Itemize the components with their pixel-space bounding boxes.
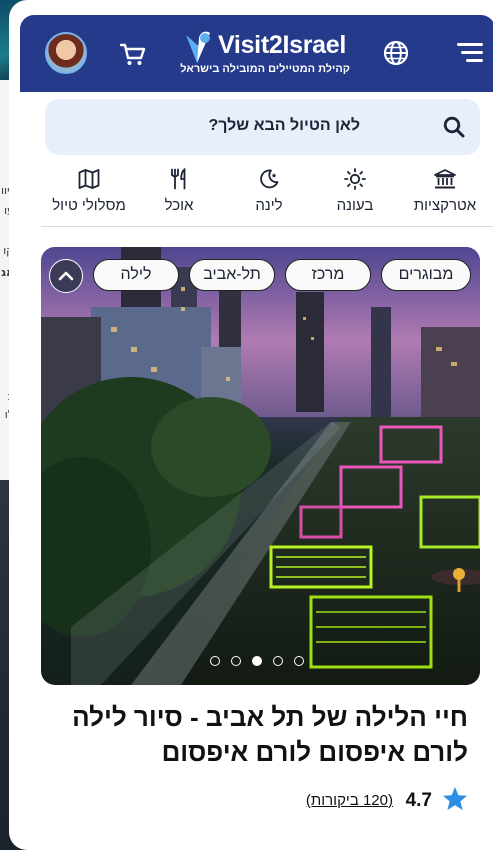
category-food[interactable]: אוכל — [140, 164, 218, 218]
carousel-dot[interactable] — [273, 656, 283, 666]
category-season[interactable]: בעונה — [316, 164, 394, 218]
category-label: בעונה — [336, 197, 374, 214]
search-bar[interactable]: לאן הטיול הבא שלך? — [45, 99, 480, 155]
reviews-link[interactable]: (120 ביקורות) — [306, 792, 393, 809]
category-attractions[interactable]: אטרקציות — [406, 164, 484, 218]
carousel-dot[interactable] — [252, 656, 262, 666]
logo-pin-icon — [186, 31, 210, 63]
app-header: Visit2Israel קהילת המטיילים המובילה בישר… — [20, 15, 493, 92]
brand-name: Visit2Israel — [218, 31, 346, 59]
brand-logo[interactable]: Visit2Israel קהילת המטיילים המובילה בישר… — [180, 27, 362, 83]
category-lodging[interactable]: לינה — [230, 164, 308, 218]
rooftop-night-photo — [41, 247, 480, 685]
carousel-dot[interactable] — [294, 656, 304, 666]
chevron-up-icon — [58, 271, 73, 280]
divider — [41, 226, 493, 227]
collapse-button[interactable] — [49, 259, 83, 293]
rating-value: 4.7 — [405, 790, 432, 811]
avatar[interactable] — [45, 32, 87, 74]
brand-tagline: קהילת המטיילים המובילה בישראל — [180, 63, 350, 75]
carousel-dot[interactable] — [210, 656, 220, 666]
category-label: מסלולי טיול — [52, 197, 126, 214]
rating-row: 4.7 (120 ביקורות) — [219, 785, 469, 815]
sun-icon — [344, 168, 366, 190]
listing-title: חיי הלילה של תל אביב - סיור לילה לורם אי… — [72, 702, 468, 767]
search-icon[interactable] — [442, 115, 466, 139]
category-routes[interactable]: מסלולי טיול — [50, 164, 128, 218]
search-placeholder: לאן הטיול הבא שלך? — [208, 117, 360, 134]
category-nav: אטרקציות בעונה לינה אוכל מסלולי טיול — [50, 164, 484, 218]
category-label: לינה — [255, 197, 283, 214]
modal-card: Visit2Israel קהילת המטיילים המובילה בישר… — [9, 0, 493, 850]
globe-icon[interactable] — [382, 39, 410, 67]
hero-image-carousel[interactable]: לילה תל-אביב מרכז מבוגרים — [41, 247, 480, 685]
category-label: אוכל — [164, 197, 194, 214]
tag-chip[interactable]: מבוגרים — [381, 259, 471, 291]
tag-chip[interactable]: לילה — [93, 259, 179, 291]
star-icon — [443, 787, 467, 810]
moon-star-icon — [260, 169, 279, 189]
hamburger-icon[interactable] — [457, 41, 483, 65]
cart-icon[interactable] — [118, 39, 148, 69]
landmark-icon — [434, 169, 456, 189]
fork-knife-icon — [171, 167, 186, 190]
carousel-dot[interactable] — [231, 656, 241, 666]
category-label: אטרקציות — [413, 197, 477, 214]
tag-chip[interactable]: מרכז — [285, 259, 371, 291]
tag-chip[interactable]: תל-אביב — [189, 259, 275, 291]
map-icon — [78, 169, 100, 189]
